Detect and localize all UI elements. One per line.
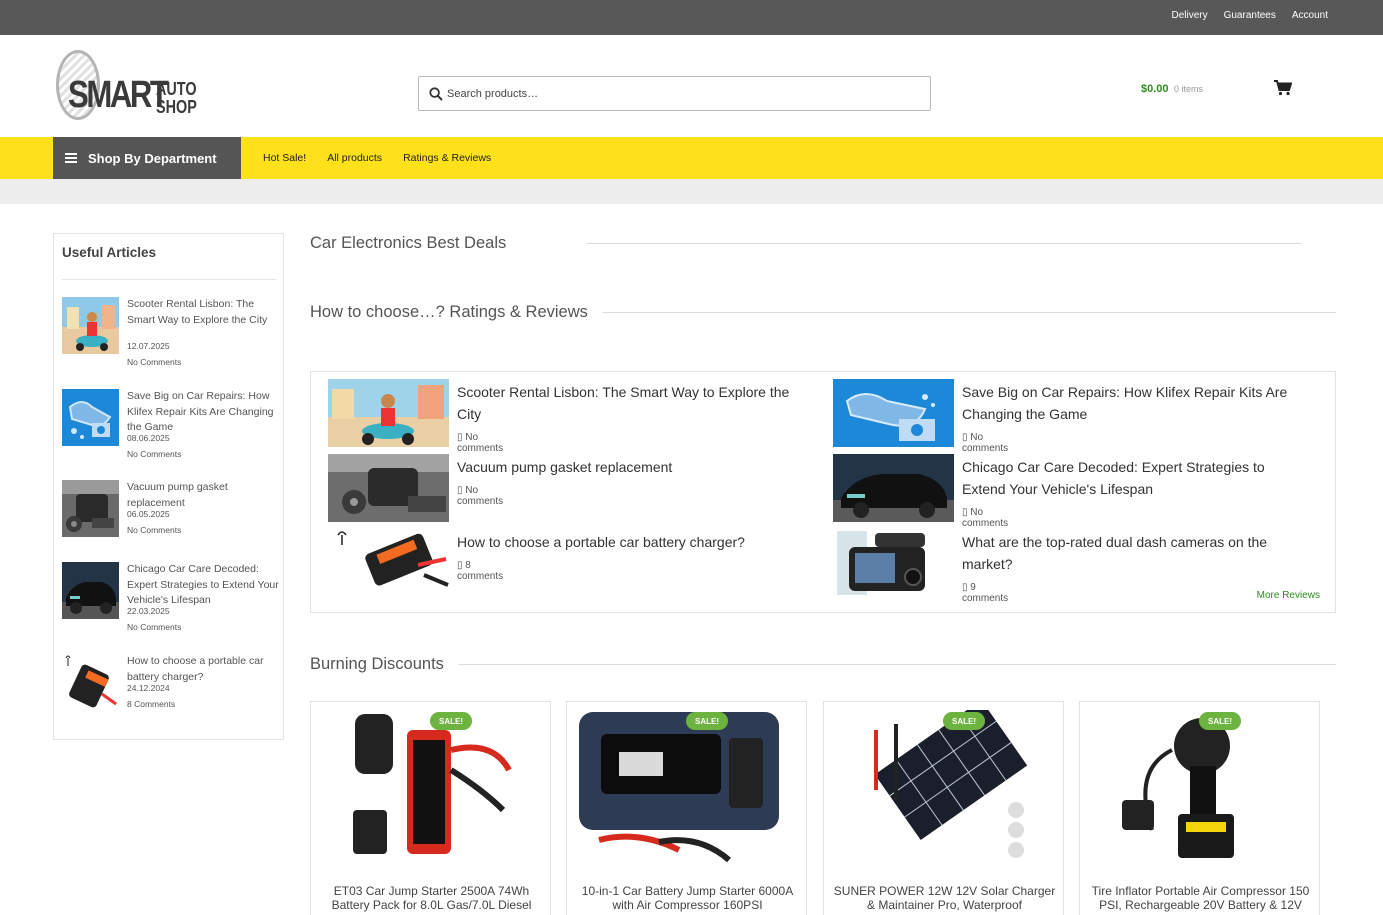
divider (602, 312, 1336, 313)
divider (458, 664, 1336, 665)
nav-all-products[interactable]: All products (327, 152, 382, 164)
article-comments[interactable]: No Comments (127, 449, 181, 459)
article-comments[interactable]: No Comments (127, 357, 181, 367)
sale-badge: SALE! (430, 712, 472, 730)
product-card[interactable]: SALE! ET03 Car Jump Starter 2500A 74Wh B… (310, 701, 551, 915)
account-link[interactable]: Account (1292, 10, 1328, 21)
article-thumbnail[interactable] (62, 480, 119, 537)
top-bar: Delivery Guarantees Account (0, 0, 1383, 35)
article-title[interactable]: Scooter Rental Lisbon: The Smart Way to … (127, 297, 279, 328)
article-comments[interactable]: 8 Comments (127, 699, 175, 709)
search-icon[interactable] (429, 87, 443, 101)
product-title[interactable]: ET03 Car Jump Starter 2500A 74Wh Battery… (319, 884, 544, 912)
nav-ratings-reviews[interactable]: Ratings & Reviews (403, 152, 491, 164)
department-label: Shop By Department (88, 150, 217, 166)
section-title-discounts: Burning Discounts (310, 655, 444, 673)
article-thumbnail[interactable] (62, 562, 119, 619)
product-image[interactable] (836, 710, 1051, 865)
review-thumbnail[interactable] (833, 379, 954, 447)
section-title-reviews: How to choose…? Ratings & Reviews (310, 303, 588, 321)
cart-item-count[interactable]: 0 items (1174, 84, 1203, 94)
product-card[interactable]: SALE! SUNER POWER 12W 12V Solar Charger … (823, 701, 1064, 915)
product-title[interactable]: 10-in-1 Car Battery Jump Starter 6000A w… (575, 884, 800, 912)
product-image[interactable] (323, 710, 538, 865)
article-title[interactable]: Chicago Car Care Decoded: Expert Strateg… (127, 562, 279, 609)
article-date: 24.12.2024 (127, 683, 170, 693)
logo-smart: SMART (68, 74, 169, 116)
review-title[interactable]: What are the top-rated dual dash cameras… (962, 531, 1307, 575)
top-links: Delivery Guarantees Account (1171, 10, 1328, 21)
review-comments[interactable]: ▯ 9 comments (962, 582, 1008, 604)
review-thumbnail[interactable] (328, 454, 449, 522)
article-date: 22.03.2025 (127, 606, 170, 616)
article-comments[interactable]: No Comments (127, 525, 181, 535)
review-comments[interactable]: ▯ No comments (962, 507, 1008, 529)
review-thumbnail[interactable] (328, 379, 449, 447)
review-comments[interactable]: ▯ 8 comments (457, 560, 503, 582)
search-box[interactable] (418, 76, 931, 111)
review-title[interactable]: Chicago Car Care Decoded: Expert Strateg… (962, 456, 1307, 500)
sale-badge: SALE! (1199, 712, 1241, 730)
site-logo[interactable]: SMART AUTO SHOP (56, 50, 206, 122)
product-card[interactable]: SALE! 10-in-1 Car Battery Jump Starter 6… (566, 701, 807, 915)
article-title[interactable]: Save Big on Car Repairs: How Klifex Repa… (127, 389, 279, 436)
logo-auto: AUTO (156, 79, 197, 99)
useful-articles-widget: Useful Articles Scooter Rental Lisbon: T… (53, 233, 284, 740)
review-comments[interactable]: ▯ No comments (457, 432, 503, 454)
article-thumbnail[interactable] (62, 389, 119, 446)
shop-by-department-button[interactable]: Shop By Department (53, 137, 241, 179)
sale-badge: SALE! (686, 712, 728, 730)
review-comments[interactable]: ▯ No comments (457, 485, 503, 507)
review-title[interactable]: Scooter Rental Lisbon: The Smart Way to … (457, 381, 802, 425)
divider (587, 243, 1301, 244)
main-nav: Shop By Department Hot Sale! All product… (0, 137, 1383, 179)
product-image[interactable] (579, 710, 794, 865)
product-image[interactable] (1092, 710, 1307, 865)
review-thumbnail[interactable] (328, 529, 449, 597)
search-input[interactable] (447, 85, 917, 103)
breadcrumb-strip (0, 179, 1383, 204)
article-thumbnail[interactable] (62, 297, 119, 354)
article-comments[interactable]: No Comments (127, 622, 181, 632)
review-comments[interactable]: ▯ No comments (962, 432, 1008, 454)
review-thumbnail[interactable] (833, 529, 954, 597)
review-thumbnail[interactable] (833, 454, 954, 522)
article-thumbnail[interactable] (62, 654, 119, 711)
nav-links: Hot Sale! All products Ratings & Reviews (263, 152, 491, 164)
section-title-electronics: Car Electronics Best Deals (310, 234, 507, 252)
article-title[interactable]: How to choose a portable car battery cha… (127, 654, 279, 685)
article-title[interactable]: Vacuum pump gasket replacement (127, 480, 279, 511)
product-card[interactable]: SALE! Tire Inflator Portable Air Compres… (1079, 701, 1320, 915)
review-title[interactable]: Vacuum pump gasket replacement (457, 456, 802, 478)
reviews-panel: Scooter Rental Lisbon: The Smart Way to … (310, 371, 1336, 613)
product-title[interactable]: Tire Inflator Portable Air Compressor 15… (1088, 884, 1313, 912)
nav-hot-sale[interactable]: Hot Sale! (263, 152, 306, 164)
more-reviews-link[interactable]: More Reviews (1257, 590, 1320, 601)
delivery-link[interactable]: Delivery (1171, 10, 1207, 21)
widget-title: Useful Articles (62, 245, 157, 260)
review-title[interactable]: Save Big on Car Repairs: How Klifex Repa… (962, 381, 1307, 425)
site-header: SMART AUTO SHOP $0.00 0 items (0, 35, 1383, 137)
logo-shop: SHOP (156, 97, 197, 117)
cart-icon[interactable] (1274, 80, 1292, 96)
article-date: 12.07.2025 (127, 341, 170, 351)
product-title[interactable]: SUNER POWER 12W 12V Solar Charger & Main… (832, 884, 1057, 912)
divider (62, 279, 276, 280)
review-title[interactable]: How to choose a portable car battery cha… (457, 531, 802, 553)
article-date: 08.06.2025 (127, 433, 170, 443)
sale-badge: SALE! (943, 712, 985, 730)
article-date: 06.05.2025 (127, 509, 170, 519)
cart-total[interactable]: $0.00 (1141, 83, 1169, 95)
guarantees-link[interactable]: Guarantees (1224, 10, 1276, 21)
menu-icon (65, 153, 77, 163)
